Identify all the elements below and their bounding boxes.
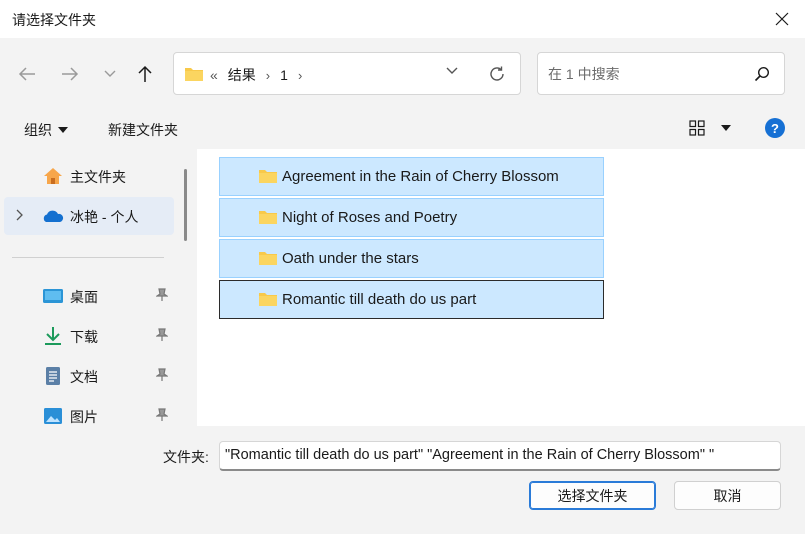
caret-down-icon xyxy=(58,127,68,133)
documents-icon xyxy=(46,367,60,385)
folder-icon xyxy=(259,211,277,224)
breadcrumb-item-1[interactable]: 1 xyxy=(280,67,288,83)
pin-icon[interactable] xyxy=(156,288,168,302)
folder-icon xyxy=(259,252,277,265)
folder-name: Oath under the stars xyxy=(282,250,419,267)
breadcrumb-separator[interactable]: › xyxy=(266,68,270,83)
recent-locations-button[interactable] xyxy=(96,60,124,88)
chevron-right-icon[interactable] xyxy=(16,209,24,221)
sidebar-item-label: 主文件夹 xyxy=(70,169,126,185)
sidebar-item-label: 冰艳 - 个人 xyxy=(70,209,139,225)
home-icon xyxy=(44,168,62,184)
organize-label: 组织 xyxy=(24,122,52,138)
dialog-footer: 文件夹: "Romantic till death do us part" "A… xyxy=(0,426,805,534)
navigation-pane: 主文件夹 冰艳 - 个人 桌面 下载 文档 图片 xyxy=(0,149,190,426)
pictures-icon xyxy=(44,408,62,424)
close-button[interactable] xyxy=(759,0,805,38)
help-icon[interactable]: ? xyxy=(765,118,785,138)
folder-icon xyxy=(185,68,203,81)
back-button[interactable] xyxy=(13,60,41,88)
folder-name-field[interactable]: "Romantic till death do us part" "Agreem… xyxy=(219,441,781,471)
close-icon xyxy=(775,12,789,26)
sidebar-item-home[interactable]: 主文件夹 xyxy=(4,157,174,195)
search-box xyxy=(537,52,785,95)
pin-icon[interactable] xyxy=(156,368,168,382)
sidebar-item-label: 桌面 xyxy=(70,289,98,305)
pin-icon[interactable] xyxy=(156,328,168,342)
sidebar-item-label: 下载 xyxy=(70,329,98,345)
sidebar-divider xyxy=(12,257,164,258)
title-bar: 请选择文件夹 xyxy=(0,0,805,38)
folder-field-label: 文件夹: xyxy=(163,449,209,465)
chevron-down-icon xyxy=(104,70,116,77)
breadcrumb-overflow[interactable]: « xyxy=(210,67,218,83)
search-icon[interactable] xyxy=(754,66,770,82)
address-bar[interactable]: « 结果 › 1 › xyxy=(173,52,521,95)
search-input[interactable] xyxy=(548,63,748,85)
sidebar-item-documents[interactable]: 文档 xyxy=(4,357,174,395)
desktop-icon xyxy=(43,289,63,303)
up-button[interactable] xyxy=(131,60,159,88)
folder-item[interactable]: Agreement in the Rain of Cherry Blossom xyxy=(219,157,604,196)
breadcrumb-separator[interactable]: › xyxy=(298,68,302,83)
new-folder-button[interactable]: 新建文件夹 xyxy=(108,120,178,140)
sidebar-scrollbar[interactable] xyxy=(184,169,187,241)
dialog-title: 请选择文件夹 xyxy=(12,12,96,28)
folder-item[interactable]: Oath under the stars xyxy=(219,239,604,278)
folder-icon xyxy=(259,293,277,306)
sidebar-item-downloads[interactable]: 下载 xyxy=(4,317,174,355)
sidebar-item-label: 文档 xyxy=(70,369,98,385)
navigation-bar: « 结果 › 1 › xyxy=(0,38,805,108)
sidebar-item-onedrive[interactable]: 冰艳 - 个人 xyxy=(4,197,174,235)
command-bar: 组织 新建文件夹 ? xyxy=(0,108,805,149)
onedrive-cloud-icon xyxy=(43,210,64,222)
forward-button[interactable] xyxy=(56,60,84,88)
breadcrumb: « 结果 › 1 › xyxy=(210,65,302,85)
view-options-button[interactable] xyxy=(689,120,731,136)
chevron-down-icon[interactable] xyxy=(446,67,458,75)
folder-name: Night of Roses and Poetry xyxy=(282,209,458,226)
sidebar-item-label: 图片 xyxy=(70,409,98,425)
organize-button[interactable]: 组织 xyxy=(24,120,68,140)
breadcrumb-item-results[interactable]: 结果 xyxy=(228,65,256,85)
refresh-icon[interactable] xyxy=(488,65,506,83)
cancel-button[interactable]: 取消 xyxy=(674,481,781,510)
arrow-left-icon xyxy=(18,67,35,81)
select-folder-button[interactable]: 选择文件夹 xyxy=(529,481,656,510)
folder-item[interactable]: Romantic till death do us part xyxy=(219,280,604,319)
arrow-right-icon xyxy=(62,67,79,81)
folder-name-value: "Romantic till death do us part" "Agreem… xyxy=(225,447,715,463)
caret-down-icon xyxy=(721,125,731,131)
grid-view-icon xyxy=(689,120,705,136)
download-icon xyxy=(45,327,61,345)
folder-icon xyxy=(259,170,277,183)
folder-name: Agreement in the Rain of Cherry Blossom xyxy=(282,168,559,185)
new-folder-label: 新建文件夹 xyxy=(108,122,178,138)
folder-item[interactable]: Night of Roses and Poetry xyxy=(219,198,604,237)
arrow-up-icon xyxy=(138,65,152,82)
folder-name: Romantic till death do us part xyxy=(282,291,477,308)
pin-icon[interactable] xyxy=(156,408,168,422)
file-list: Agreement in the Rain of Cherry Blossom … xyxy=(197,149,805,426)
sidebar-item-desktop[interactable]: 桌面 xyxy=(4,277,174,315)
